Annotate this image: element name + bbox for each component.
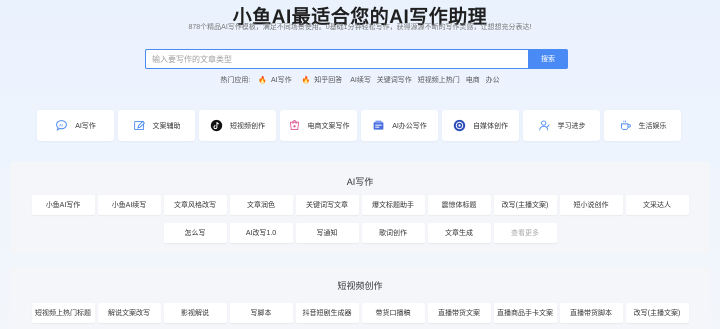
- template-item[interactable]: 文章生成: [427, 223, 491, 243]
- svg-text:AI: AI: [59, 123, 63, 128]
- hot-apps-label: 热门应用:: [220, 77, 251, 84]
- template-item[interactable]: 小鱼AI续写: [97, 195, 161, 215]
- template-item[interactable]: 关键词写文章: [295, 195, 359, 215]
- template-item[interactable]: 文采达人: [625, 195, 689, 215]
- template-item[interactable]: 文章润色: [229, 195, 293, 215]
- template-item[interactable]: AI改写1.0: [229, 223, 293, 243]
- media-icon: [453, 119, 466, 132]
- section-ai-writing: AI写作 小鱼AI写作 小鱼AI续写 文章风格改写 文章润色 关键词写文章 爆文…: [10, 161, 710, 254]
- category-short-video[interactable]: 短视频创作: [199, 110, 276, 141]
- learn-icon: [538, 120, 550, 131]
- fire-icon: 🔥: [301, 77, 311, 84]
- search-input[interactable]: [145, 49, 528, 69]
- category-life[interactable]: 生活娱乐: [604, 110, 681, 141]
- search-button[interactable]: 搜索: [528, 49, 568, 69]
- hot-item-ai-writing[interactable]: 🔥 AI写作: [256, 77, 293, 84]
- template-item[interactable]: 写通知: [295, 223, 359, 243]
- template-item[interactable]: 直播带货文案: [427, 303, 491, 323]
- template-item[interactable]: 改写(主播文案): [625, 303, 689, 323]
- template-grid: 短视频上热门标题 解说文案改写 影视解说 写脚本 抖音短剧生成器 带货口播稿 直…: [19, 303, 701, 329]
- template-item[interactable]: 抖音短剧生成器: [295, 303, 359, 323]
- tiktok-icon: [210, 119, 223, 132]
- category-bar: AI AI写作 文案辅助 短视频创作 电商文案写作 AI办公写作 自媒体创作 学…: [37, 110, 681, 141]
- section-short-video: 短视频创作 短视频上热门标题 解说文案改写 影视解说 写脚本 抖音短剧生成器 带…: [10, 266, 710, 329]
- hot-item-office[interactable]: 办公: [486, 77, 500, 84]
- template-item[interactable]: 写脚本: [229, 303, 293, 323]
- page-subtitle: 878个精品AI写作模板，满足不同场景使用。0基础1分钟轻松写作，获得源源不断的…: [188, 24, 532, 31]
- template-item[interactable]: 歌词创作: [361, 223, 425, 243]
- hot-item-ai-continue[interactable]: AI续写: [350, 77, 371, 84]
- ai-chat-icon: AI: [56, 120, 68, 132]
- template-item[interactable]: 改写(主播文案): [493, 195, 557, 215]
- template-item[interactable]: 怎么写: [163, 223, 227, 243]
- category-copy-assist[interactable]: 文案辅助: [118, 110, 195, 141]
- hot-item-ecommerce[interactable]: 电商: [466, 77, 480, 84]
- template-item[interactable]: 影视解说: [163, 303, 227, 323]
- cup-icon: [620, 120, 631, 131]
- category-ai-writing[interactable]: AI AI写作: [37, 110, 114, 141]
- view-more-button[interactable]: 查看更多: [493, 223, 557, 243]
- template-item[interactable]: 解说文案改写: [97, 303, 161, 323]
- template-item[interactable]: 短小说创作: [559, 195, 623, 215]
- search-bar: 搜索: [145, 49, 568, 69]
- hot-item-short-video[interactable]: 短视频上热门: [418, 77, 460, 84]
- template-item[interactable]: 短视频上热门标题: [31, 303, 95, 323]
- pen-icon: [133, 120, 145, 131]
- template-grid: 小鱼AI写作 小鱼AI续写 文章风格改写 文章润色 关键词写文章 爆文标题助手 …: [19, 195, 701, 251]
- category-self-media[interactable]: 自媒体创作: [442, 110, 519, 141]
- category-office[interactable]: AI办公写作: [361, 110, 438, 141]
- template-item[interactable]: 直播商品手卡文案: [493, 303, 557, 323]
- section-title: AI写作: [346, 177, 374, 187]
- category-ecommerce[interactable]: 电商文案写作: [280, 110, 357, 141]
- template-item[interactable]: 直播带货脚本: [559, 303, 623, 323]
- template-item[interactable]: 震惊体标题: [427, 195, 491, 215]
- section-title: 短视频创作: [337, 281, 383, 291]
- template-item[interactable]: 小鱼AI写作: [31, 195, 95, 215]
- fire-icon: 🔥: [258, 77, 267, 84]
- office-icon: [373, 120, 384, 130]
- hot-apps: 热门应用: 🔥 AI写作 🔥 知乎回答 AI续写 关键词写作 短视频上热门 电商 办…: [0, 75, 720, 85]
- template-item[interactable]: 文章风格改写: [163, 195, 227, 215]
- template-item[interactable]: 爆文标题助手: [361, 195, 425, 215]
- shop-icon: [289, 120, 299, 131]
- template-item[interactable]: 带货口播稿: [361, 303, 425, 323]
- hot-item-zhihu[interactable]: 🔥 知乎回答: [300, 77, 345, 84]
- hot-item-keyword[interactable]: 关键词写作: [377, 77, 412, 84]
- category-learning[interactable]: 学习进步: [523, 110, 600, 141]
